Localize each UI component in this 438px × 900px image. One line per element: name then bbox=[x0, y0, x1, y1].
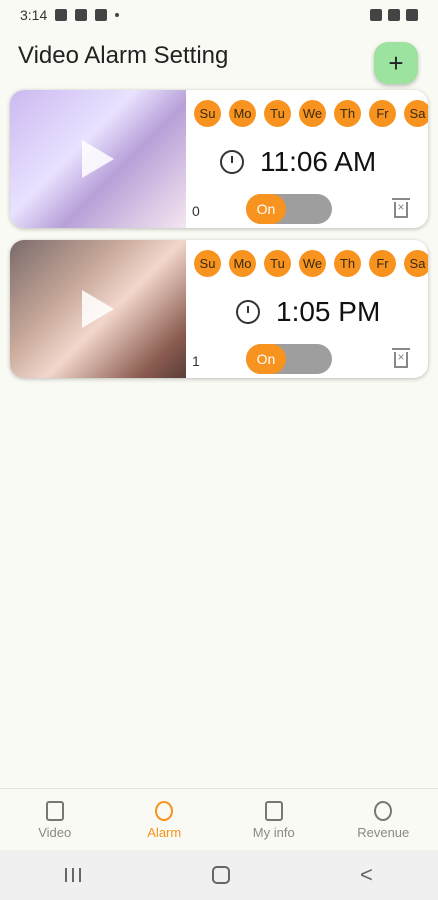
play-icon bbox=[82, 140, 114, 178]
day-thursday[interactable]: Th bbox=[334, 100, 361, 127]
nav-label: My info bbox=[252, 824, 295, 840]
status-time: 3:14 bbox=[20, 7, 48, 23]
day-monday[interactable]: Mo bbox=[229, 100, 256, 127]
alarm-toggle[interactable]: On bbox=[246, 194, 332, 224]
day-saturday[interactable]: Sa bbox=[404, 100, 428, 127]
nav-revenue[interactable]: Revenue bbox=[329, 789, 438, 851]
clipboard-icon bbox=[264, 800, 283, 821]
wifi-icon bbox=[370, 9, 382, 21]
add-alarm-button[interactable]: + bbox=[374, 42, 418, 84]
back-icon[interactable]: < bbox=[360, 862, 373, 888]
nav-label: Revenue bbox=[357, 824, 410, 840]
do-not-disturb-icon bbox=[388, 9, 400, 21]
nav-label: Alarm bbox=[147, 824, 182, 840]
nav-alarm[interactable]: Alarm bbox=[110, 789, 220, 851]
battery-icon bbox=[406, 9, 418, 21]
alarm-time-row[interactable]: 11:06 AM bbox=[220, 146, 376, 178]
location-icon bbox=[75, 9, 88, 21]
weekday-selector: Su Mo Tu We Th Fr Sa bbox=[194, 250, 428, 277]
plus-icon: + bbox=[388, 47, 404, 78]
alarm-index: 0 bbox=[192, 203, 200, 219]
day-wednesday[interactable]: We bbox=[299, 100, 326, 127]
video-thumbnail[interactable] bbox=[10, 240, 186, 378]
calendar-icon bbox=[95, 9, 108, 21]
nav-my-info[interactable]: My info bbox=[219, 789, 329, 851]
alarm-card: Su Mo Tu We Th Fr Sa 11:06 AM 0 On bbox=[10, 90, 428, 228]
toggle-knob: On bbox=[246, 344, 286, 374]
status-bar: 3:14 bbox=[0, 0, 438, 30]
day-friday[interactable]: Fr bbox=[369, 100, 396, 127]
alarm-clock-icon bbox=[236, 300, 260, 324]
day-thursday[interactable]: Th bbox=[334, 250, 361, 277]
video-thumbnail[interactable] bbox=[10, 90, 186, 228]
image-icon bbox=[55, 9, 68, 21]
home-icon[interactable] bbox=[211, 866, 230, 884]
notification-dot-icon bbox=[115, 13, 120, 17]
day-friday[interactable]: Fr bbox=[369, 250, 396, 277]
bottom-nav: Video Alarm My info Revenue bbox=[0, 788, 438, 851]
day-tuesday[interactable]: Tu bbox=[264, 250, 291, 277]
alarm-time[interactable]: 1:05 PM bbox=[276, 296, 380, 328]
day-tuesday[interactable]: Tu bbox=[264, 100, 291, 127]
nav-label: Video bbox=[38, 824, 72, 840]
dollar-icon bbox=[374, 800, 393, 821]
alarm-time[interactable]: 11:06 AM bbox=[260, 146, 376, 178]
system-nav-bar: < bbox=[0, 850, 438, 900]
delete-icon[interactable] bbox=[392, 198, 410, 218]
day-saturday[interactable]: Sa bbox=[404, 250, 428, 277]
play-icon bbox=[82, 290, 114, 328]
file-video-icon bbox=[45, 800, 64, 821]
alarm-card: Su Mo Tu We Th Fr Sa 1:05 PM 1 On bbox=[10, 240, 428, 378]
day-wednesday[interactable]: We bbox=[299, 250, 326, 277]
recent-apps-icon[interactable] bbox=[65, 868, 82, 882]
alarm-toggle[interactable]: On bbox=[246, 344, 332, 374]
day-monday[interactable]: Mo bbox=[229, 250, 256, 277]
day-sunday[interactable]: Su bbox=[194, 100, 221, 127]
day-sunday[interactable]: Su bbox=[194, 250, 221, 277]
alarm-clock-icon bbox=[155, 800, 174, 821]
nav-video[interactable]: Video bbox=[0, 789, 110, 851]
page-title: Video Alarm Setting bbox=[18, 42, 229, 69]
weekday-selector: Su Mo Tu We Th Fr Sa bbox=[194, 100, 428, 127]
alarm-time-row[interactable]: 1:05 PM bbox=[236, 296, 380, 328]
alarm-index: 1 bbox=[192, 353, 200, 369]
toggle-knob: On bbox=[246, 194, 286, 224]
delete-icon[interactable] bbox=[392, 348, 410, 368]
alarm-clock-icon bbox=[220, 150, 244, 174]
